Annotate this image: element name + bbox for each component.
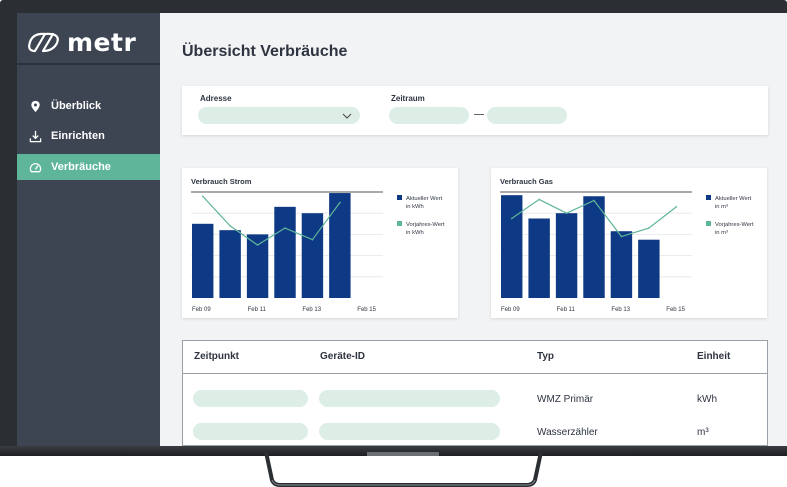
legend-swatch xyxy=(706,195,711,200)
x-tick-label: Feb 13 xyxy=(611,307,630,313)
period-start-input[interactable] xyxy=(389,107,469,124)
data-table: Zeitpunkt Geräte-ID Typ Einheit WMZ Prim… xyxy=(182,340,768,446)
line-point xyxy=(284,227,286,229)
chart-card-strom: Verbrauch Strom Feb 09 Feb 11 Feb 13 Feb 15 A… xyxy=(182,168,458,318)
sidebar-item-verbraeuche[interactable]: Verbräuche xyxy=(17,154,160,180)
line-point xyxy=(593,199,595,202)
sidebar-item-ueberblick[interactable]: Überblick xyxy=(17,93,160,119)
x-tick-label: Feb 11 xyxy=(557,307,576,313)
geraete-id-placeholder xyxy=(319,390,500,407)
page-title: Übersicht Verbräuche xyxy=(182,43,348,60)
cell-einheit: kWh xyxy=(697,394,717,405)
line-point xyxy=(339,201,341,204)
address-select[interactable] xyxy=(198,107,360,124)
legend-swatch xyxy=(397,195,402,200)
download-icon xyxy=(29,130,42,142)
app-screen: metr Überblick Einrichten Verbräuche Übe… xyxy=(17,13,787,446)
line-point xyxy=(201,195,204,198)
bar xyxy=(246,234,269,298)
legend-swatch xyxy=(706,221,711,226)
x-tick-label: Feb 09 xyxy=(192,307,211,313)
line-point xyxy=(538,198,540,201)
sidebar-item-label: Überblick xyxy=(51,100,102,112)
cell-einheit: m³ xyxy=(697,427,709,438)
cell-typ: Wasserzähler xyxy=(537,427,598,438)
x-tick-label: Feb 11 xyxy=(248,307,267,313)
x-tick-label: Feb 13 xyxy=(302,307,321,313)
line-point xyxy=(565,212,568,214)
header-geraete-id: Geräte-ID xyxy=(320,351,366,362)
zeitpunkt-placeholder xyxy=(193,390,308,407)
bar xyxy=(192,223,214,298)
sidebar-item-label: Verbräuche xyxy=(51,161,111,173)
bar xyxy=(610,231,633,298)
header-typ: Typ xyxy=(537,351,555,362)
line-point xyxy=(510,217,513,220)
header-einheit: Einheit xyxy=(697,351,731,362)
legend-label: in m³ xyxy=(715,204,728,210)
geraete-id-placeholder xyxy=(319,423,500,440)
line-point xyxy=(648,227,650,229)
table-header-row: Zeitpunkt Geräte-ID Typ Einheit xyxy=(183,341,767,374)
legend-label: in kWh xyxy=(406,230,424,236)
legend-swatch xyxy=(397,221,402,226)
logo[interactable]: metr xyxy=(27,27,136,57)
range-separator xyxy=(474,114,484,115)
cell-typ: WMZ Primär xyxy=(537,394,594,405)
gauge-icon xyxy=(29,162,42,172)
bar xyxy=(301,213,324,298)
line-point xyxy=(256,244,259,246)
chart-gas: Verbrauch Gas Feb 09 Feb 11 Feb 13 Feb 15 Akt… xyxy=(500,177,754,313)
line-point xyxy=(675,206,678,208)
x-tick-label: Feb 09 xyxy=(501,307,520,313)
chart-title: Verbrauch Gas xyxy=(500,177,553,186)
sidebar: metr Überblick Einrichten Verbräuche xyxy=(17,13,160,446)
monitor-stand xyxy=(264,452,543,487)
bar xyxy=(528,218,550,298)
zeitpunkt-placeholder xyxy=(193,423,308,440)
chevron-down-icon xyxy=(342,113,352,119)
sidebar-item-label: Einrichten xyxy=(51,130,105,142)
bar xyxy=(274,206,296,298)
x-tick-label: Feb 15 xyxy=(666,307,685,313)
legend-label: Aktueller Wert xyxy=(715,196,752,202)
bar xyxy=(583,196,605,298)
bar xyxy=(638,239,660,298)
sidebar-item-einrichten[interactable]: Einrichten xyxy=(17,123,160,149)
line-point xyxy=(229,225,231,227)
x-tick-label: Feb 15 xyxy=(357,307,376,313)
period-end-input[interactable] xyxy=(487,107,567,124)
sidebar-divider xyxy=(17,63,160,65)
legend-label: Vorjahres-Wert xyxy=(406,222,445,228)
legend-label: in kWh xyxy=(406,204,424,210)
bar xyxy=(501,195,523,298)
bar xyxy=(555,213,578,298)
chart-card-gas: Verbrauch Gas Feb 09 Feb 11 Feb 13 Feb 15 Akt… xyxy=(491,168,767,318)
period-label: Zeitraum xyxy=(391,94,425,103)
chart-title: Verbrauch Strom xyxy=(191,177,252,186)
header-zeitpunkt: Zeitpunkt xyxy=(194,351,239,362)
bar xyxy=(219,230,241,298)
chart-strom: Verbrauch Strom Feb 09 Feb 11 Feb 13 Feb 15 A… xyxy=(191,177,445,313)
logo-mark-icon xyxy=(28,32,59,53)
legend-label: Vorjahres-Wert xyxy=(715,222,754,228)
address-label: Adresse xyxy=(200,94,232,103)
legend-label: in m³ xyxy=(715,230,728,236)
legend-label: Aktueller Wert xyxy=(406,196,443,202)
location-pin-icon xyxy=(31,100,40,112)
line-point xyxy=(311,238,314,241)
bar xyxy=(329,193,351,298)
filter-card: Adresse Zeitraum xyxy=(182,86,768,135)
line-point xyxy=(620,235,623,238)
logo-text: metr xyxy=(67,27,137,57)
